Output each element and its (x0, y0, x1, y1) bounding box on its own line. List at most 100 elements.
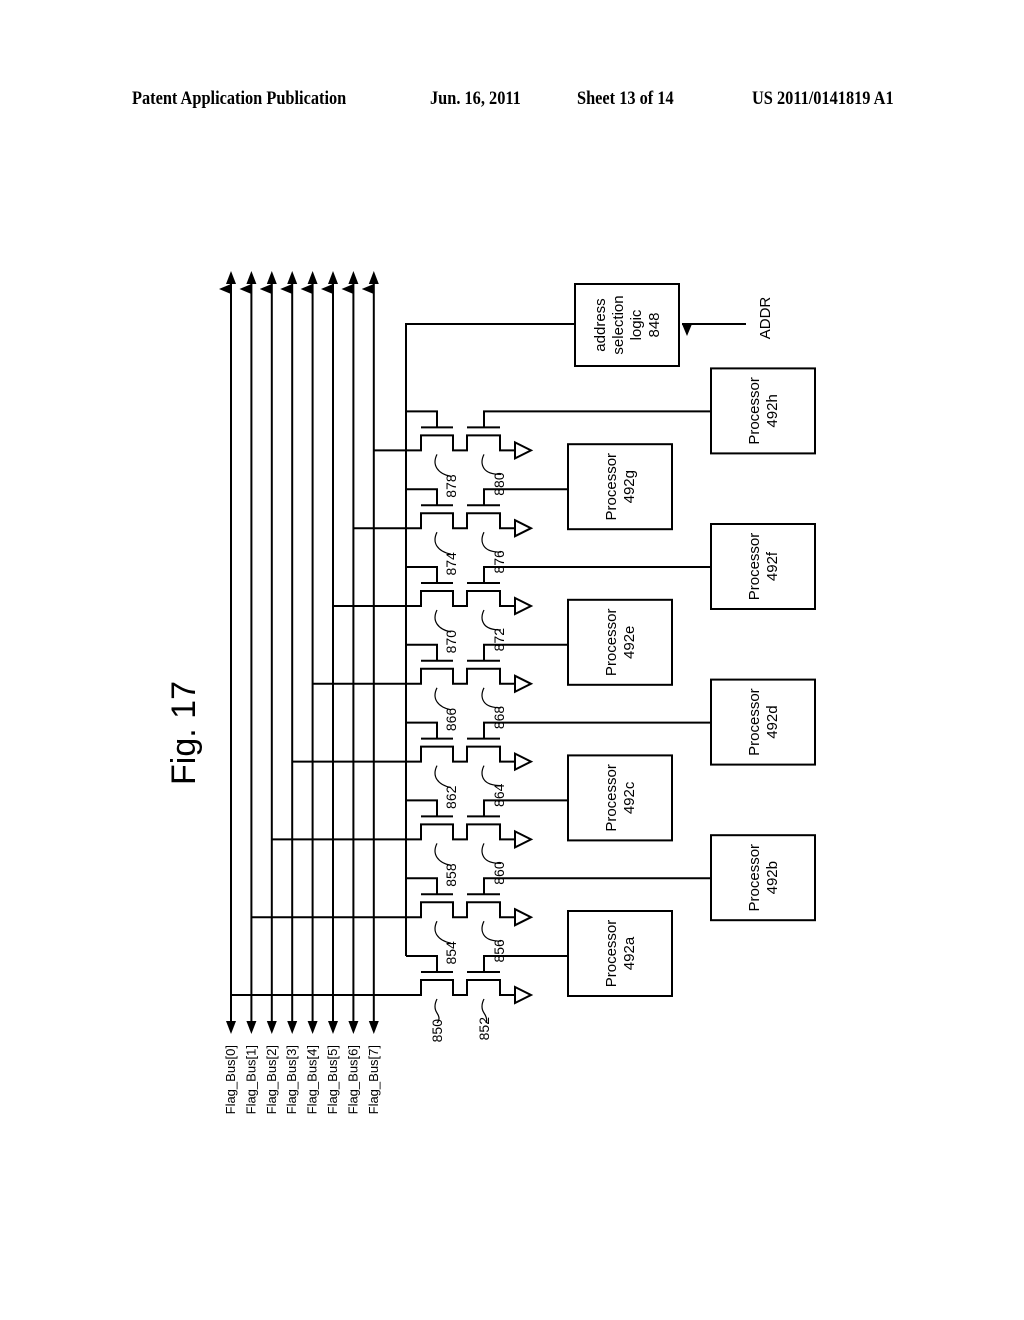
bus-arrow-down-icon (226, 1021, 236, 1034)
processor-id: 492h (764, 394, 781, 427)
bus-arrow-up-icon (266, 271, 277, 284)
transistor-pair-0: 850 852 (231, 955, 568, 1042)
transistor-pair-6: 874 876 (353, 488, 568, 576)
leader-squiggle (481, 765, 502, 787)
bus-arrow-up-icon (246, 271, 257, 284)
leader-squiggle (434, 531, 452, 555)
leader-squiggle (434, 609, 452, 633)
processor-492d: Processor 492d (710, 678, 816, 766)
ref-label-second: 860 (491, 861, 507, 885)
first-gate-wire (406, 566, 438, 583)
processor-box (567, 443, 673, 531)
transistor-channel (251, 901, 515, 919)
processor-box (710, 678, 816, 766)
leader-squiggle (434, 454, 452, 477)
leader-squiggle (481, 609, 502, 631)
flag-bus-label: Flag_Bus[1] (243, 1045, 258, 1114)
bus-arrow-down-icon (287, 1021, 298, 1034)
bus-arrow-down-icon (328, 1021, 338, 1034)
ground-icon (514, 596, 534, 616)
processor-name: Processor (603, 609, 620, 677)
transistor-pair-4: 866 868 (312, 643, 568, 732)
processor-name: Processor (603, 764, 620, 832)
ground-icon (514, 907, 534, 927)
ref-label-second: 868 (491, 706, 507, 730)
processor-box (710, 367, 816, 455)
ref-label-second: 880 (491, 472, 507, 496)
processor-492f: Processor 492f (710, 523, 816, 610)
flag-bus-label: Flag_Bus[4] (305, 1045, 320, 1114)
second-gate-wire (483, 410, 711, 428)
leader-squiggle (434, 920, 452, 944)
processor-492a: Processor 492a (567, 910, 673, 997)
ground-icon (514, 674, 534, 694)
processor-box (567, 910, 673, 997)
processor-name: Processor (746, 688, 763, 756)
transistor-channel (353, 512, 515, 530)
address-line-3: 848 (646, 312, 663, 337)
bus-arrow-down-icon (307, 1021, 318, 1034)
bus-arrow-up-icon (348, 271, 359, 284)
processor-id: 492b (764, 861, 781, 894)
ground-icon (514, 985, 534, 1005)
processor-name: Processor (746, 377, 763, 445)
processor-name: Processor (746, 844, 763, 912)
bus-arrow-down-icon (246, 1021, 257, 1034)
processor-name: Processor (603, 920, 620, 988)
second-gate-wire (483, 721, 711, 739)
leader-squiggle (481, 843, 502, 864)
processor-id: 492d (764, 705, 781, 738)
bus-arrow-up-icon (368, 271, 379, 284)
ground-icon (514, 440, 534, 461)
first-gate-wire (406, 721, 438, 739)
second-gate-wire (483, 877, 711, 895)
ground-icon (514, 751, 534, 772)
flag-bus-label: Flag_Bus[0] (223, 1045, 238, 1114)
circuit-diagram: Fig. 17 Flag_Bus[0] Flag_Bus[1] Flag_Bus[2… (165, 271, 816, 1114)
bus-arrow-up-icon (226, 271, 236, 284)
figure-title: Fig. 17 (165, 681, 203, 785)
processor-box (710, 523, 816, 610)
transistor-pair-2: 858 860 (271, 799, 568, 887)
ref-label-second: 876 (491, 550, 507, 574)
processor-492h: Processor 492h (710, 367, 816, 455)
transistor-channel (292, 745, 515, 763)
flag-bus-label: Flag_Bus[3] (284, 1045, 299, 1114)
leader-squiggle (434, 843, 452, 866)
processor-492b: Processor 492b (710, 834, 816, 922)
flag-bus-label: Flag_Bus[7] (366, 1045, 381, 1114)
first-gate-wire (406, 410, 438, 428)
addr-label: ADDR (757, 297, 774, 340)
address-selection-logic: address selection logic 848 ADDR (574, 283, 774, 367)
ref-label-first: 878 (443, 474, 459, 498)
leader-squiggle (481, 920, 502, 942)
transistor-channel (373, 434, 515, 452)
leader-squiggle (481, 454, 502, 475)
leader-squiggle (481, 531, 502, 553)
first-gate-wire (406, 799, 438, 817)
transistor-channel (271, 823, 515, 841)
address-selection-box (574, 283, 680, 367)
flag-bus-label: Flag_Bus[5] (325, 1045, 340, 1114)
ground-icon (514, 829, 534, 850)
bus-arrow-down-icon (368, 1021, 379, 1034)
first-gate-wire (406, 643, 438, 661)
ref-label-second: 872 (491, 628, 507, 652)
leader-squiggle (434, 687, 452, 711)
processor-492g: Processor 492g (567, 443, 673, 531)
flag-bus-label: Flag_Bus[2] (264, 1045, 279, 1114)
ref-label-first: 870 (443, 630, 459, 654)
ref-label-first: 858 (443, 863, 459, 887)
flag-bus-group (219, 271, 379, 1034)
ref-label-first: 866 (443, 708, 459, 732)
first-gate-wire (406, 488, 438, 506)
ground-icon (514, 518, 534, 538)
bus-arrow-up-icon (287, 271, 298, 284)
bus-arrow-up-icon (307, 271, 318, 284)
bus-arrow-down-icon (266, 1021, 277, 1034)
first-gate-wire (406, 955, 438, 972)
transistor-channel (312, 667, 515, 685)
processor-id: 492f (764, 551, 781, 581)
processor-box (710, 834, 816, 922)
ref-label-first: 874 (443, 552, 459, 576)
